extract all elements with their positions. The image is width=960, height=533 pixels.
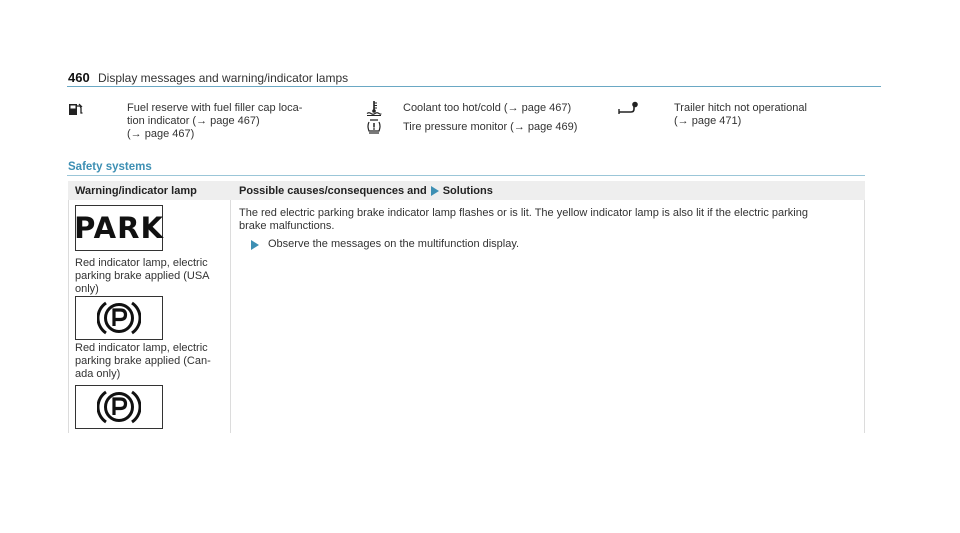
fuel-pump-icon [68, 103, 84, 116]
text-line: Trailer hitch not operational [674, 102, 807, 114]
text-line: (→ page 471) [674, 115, 742, 127]
fuel-reserve-text: Fuel reserve with fuel filler cap loca- … [127, 102, 302, 141]
trailer-hitch-icon [618, 101, 640, 115]
text-line: tion indicator (→ page 467) [127, 115, 260, 127]
tire-pressure-icon [366, 119, 382, 134]
table-column-divider [230, 200, 231, 433]
text-line: parking brake applied (USA [75, 270, 210, 282]
text-line: brake malfunctions. [239, 220, 335, 232]
arrow-icon [251, 239, 259, 250]
section-divider [67, 175, 865, 176]
header-divider [67, 86, 881, 87]
column-header-lamp: Warning/indicator lamp [75, 185, 197, 197]
tire-pressure-text: Tire pressure monitor (→ page 469) [403, 121, 578, 133]
solution-step: Observe the messages on the multifunctio… [251, 238, 519, 251]
text-line: Red indicator lamp, electric [75, 257, 208, 269]
lamp-caption-usa: Red indicator lamp, electric parking bra… [75, 257, 227, 296]
lamp-caption-canada: Red indicator lamp, electric parking bra… [75, 342, 227, 381]
header-text: Solutions [442, 185, 493, 197]
section-title: Safety systems [68, 161, 152, 173]
text-line: only) [75, 283, 99, 295]
cause-description: The red electric parking brake indicator… [239, 207, 859, 233]
table-border [864, 200, 865, 433]
coolant-temperature-icon [366, 100, 382, 116]
column-header-solutions: Possible causes/consequences and Solutio… [239, 185, 493, 197]
parking-brake-icon [75, 385, 163, 429]
header-text: Possible causes/consequences and [239, 185, 427, 197]
solution-text: Observe the messages on the multifunctio… [268, 238, 520, 250]
park-symbol: PARK [74, 211, 164, 245]
text-line: Red indicator lamp, electric [75, 342, 208, 354]
text-line: parking brake applied (Can- [75, 355, 211, 367]
coolant-text: Coolant too hot/cold (→ page 467) [403, 102, 572, 114]
park-lamp-icon: PARK [74, 205, 164, 251]
parking-brake-canada-icon [75, 296, 163, 340]
page-number: 460 [68, 70, 90, 85]
trailer-hitch-text: Trailer hitch not operational (→ page 47… [674, 102, 807, 128]
arrow-icon [430, 186, 439, 196]
text-line: Fuel reserve with fuel filler cap loca- [127, 102, 303, 114]
text-line: (→ page 467) [127, 128, 195, 140]
text-line: The red electric parking brake indicator… [239, 207, 808, 219]
text-line: ada only) [75, 368, 121, 380]
table-border [68, 200, 69, 433]
page-title: Display messages and warning/indicator l… [98, 71, 349, 85]
